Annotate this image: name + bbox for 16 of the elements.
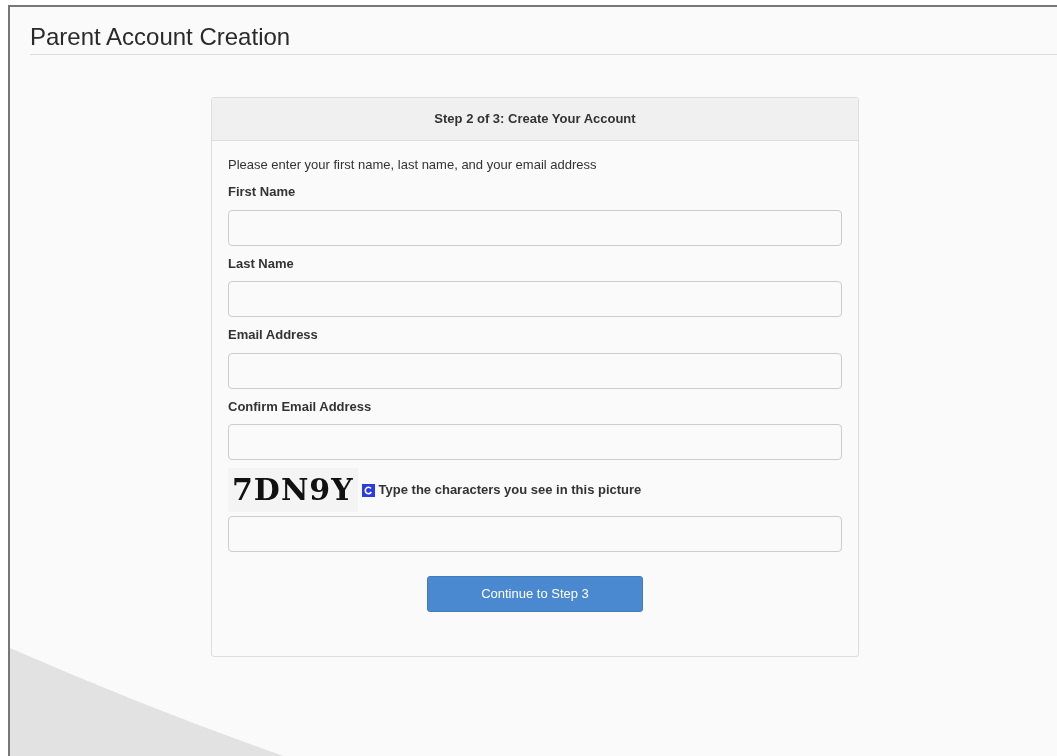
refresh-icon[interactable] [361, 483, 375, 497]
field-label: Email Address [228, 326, 319, 345]
captcha-instruction: Type the characters you see in this picture [378, 481, 642, 500]
text-input-field[interactable] [228, 352, 842, 389]
text-input-field[interactable] [228, 281, 842, 318]
field-label: Confirm Email Address [228, 397, 373, 416]
continue-button[interactable]: Continue to Step 3 [427, 576, 643, 613]
text-input-field[interactable] [228, 209, 842, 246]
instruction-text: Please enter your first name, last name, and your email address [228, 155, 598, 174]
captcha-image: 7DN9Y [228, 468, 358, 513]
field-label: Last Name [228, 254, 295, 273]
page-title: Parent Account Creation [30, 21, 1057, 56]
captcha-input-field[interactable] [228, 516, 842, 553]
panel-heading: Step 2 of 3: Create Your Account [212, 98, 858, 141]
text-input-field[interactable] [228, 424, 842, 461]
field-label: First Name [228, 183, 297, 202]
